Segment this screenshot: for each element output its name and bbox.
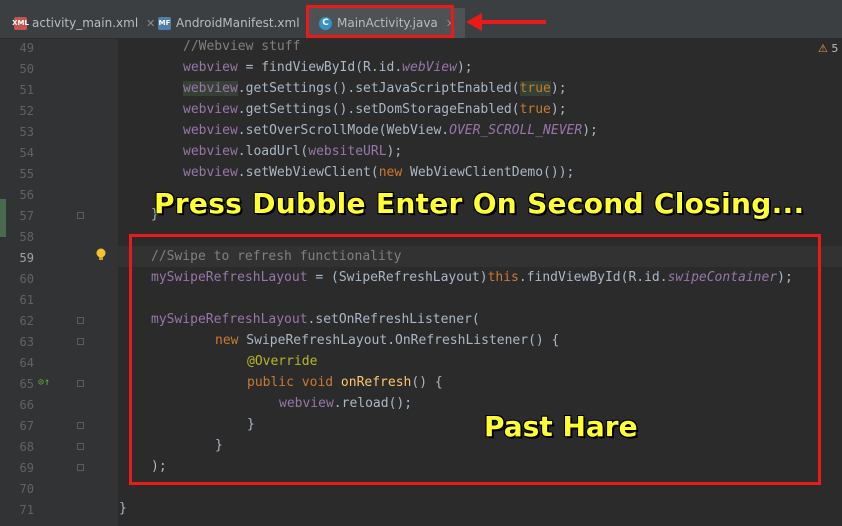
tab-highlight-box: [306, 5, 454, 38]
tab-android-manifest[interactable]: MF AndroidManifest.xml ✕: [158, 8, 317, 38]
warning-indicator[interactable]: ⚠ 5: [818, 42, 838, 55]
line-number: 53: [19, 125, 34, 139]
line-number: 67: [19, 419, 34, 433]
fold-marker[interactable]: [77, 380, 84, 387]
line-number: 58: [19, 230, 34, 244]
code-line[interactable]: }: [119, 501, 127, 516]
close-icon[interactable]: ✕: [146, 17, 155, 30]
line-number: 63: [19, 335, 34, 349]
code-line[interactable]: webview.loadUrl(websiteURL);: [183, 144, 402, 159]
code-line[interactable]: //Webview stuff: [183, 39, 300, 54]
code-line[interactable]: webview.getSettings().setDomStorageEnabl…: [183, 102, 567, 117]
red-arrow-icon: [466, 13, 546, 31]
line-number: 59: [19, 251, 34, 265]
code-line[interactable]: webview.setOverScrollMode(WebView.OVER_S…: [183, 123, 598, 138]
line-number: 62: [19, 314, 34, 328]
line-number: 71: [19, 503, 34, 517]
fold-marker[interactable]: [77, 422, 84, 429]
line-number: 64: [19, 356, 34, 370]
paste-area-box: [129, 234, 821, 485]
line-number: 52: [19, 104, 34, 118]
warning-icon: ⚠: [818, 42, 828, 55]
override-icon[interactable]: ⊙↑: [38, 377, 50, 388]
code-line[interactable]: webview.setWebViewClient(new WebViewClie…: [183, 165, 574, 180]
line-number: 55: [19, 167, 34, 181]
line-number: 66: [19, 398, 34, 412]
line-number: 54: [19, 146, 34, 160]
line-number: 70: [19, 482, 34, 496]
warning-count: 5: [831, 42, 839, 55]
fold-marker[interactable]: [77, 443, 84, 450]
line-number: 57: [19, 209, 34, 223]
overlay-instruction: Press Dubble Enter On Second Closing...: [154, 187, 805, 220]
overlay-paste-label: Past Hare: [484, 410, 638, 443]
line-number: 60: [19, 272, 34, 286]
lightbulb-icon[interactable]: [95, 248, 107, 262]
line-number: 50: [19, 62, 34, 76]
line-number: 56: [19, 188, 34, 202]
code-line[interactable]: webview.getSettings().setJavaScriptEnabl…: [183, 81, 567, 96]
tab-label: activity_main.xml: [32, 16, 139, 30]
line-number: 51: [19, 83, 34, 97]
manifest-file-icon: MF: [158, 16, 171, 30]
fold-marker[interactable]: [77, 317, 84, 324]
line-number: 65: [19, 377, 34, 391]
line-number: 68: [19, 440, 34, 454]
fold-marker[interactable]: [77, 212, 84, 219]
fold-marker[interactable]: [77, 464, 84, 471]
line-number: 69: [19, 461, 34, 475]
xml-file-icon: XML: [12, 16, 29, 30]
code-line[interactable]: webview = findViewById(R.id.webView);: [183, 60, 473, 75]
line-number: 49: [19, 41, 34, 55]
tab-activity-main[interactable]: XML activity_main.xml ✕: [12, 8, 155, 38]
tab-label: AndroidManifest.xml: [176, 16, 300, 30]
line-number: 61: [19, 293, 34, 307]
fold-marker[interactable]: [77, 338, 84, 345]
